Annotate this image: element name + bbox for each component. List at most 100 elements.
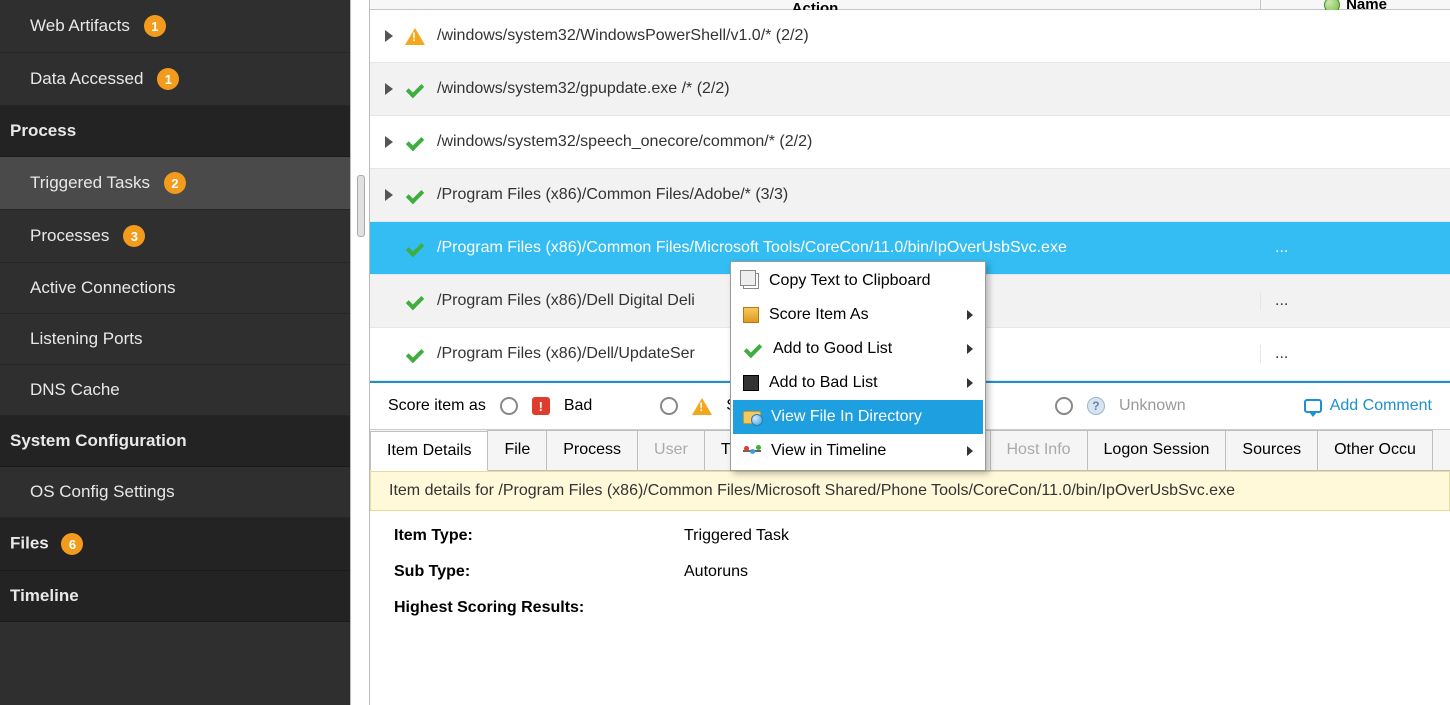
context-menu-item[interactable]: Add to Bad List xyxy=(733,366,983,400)
chevron-right-icon xyxy=(967,344,973,354)
tab[interactable]: Other Occu xyxy=(1317,430,1433,470)
check-icon xyxy=(405,241,425,255)
sidebar-item-label: DNS Cache xyxy=(30,380,120,400)
table-row[interactable]: /windows/system32/WindowsPowerShell/v1.0… xyxy=(370,10,1450,63)
bad-icon xyxy=(743,375,759,391)
check-icon xyxy=(405,294,425,308)
score-label: Score item as xyxy=(388,397,486,415)
tab[interactable]: Logon Session xyxy=(1087,430,1227,470)
sidebar-item[interactable]: DNS Cache xyxy=(0,365,350,416)
sidebar-header-files-label: Files xyxy=(10,534,49,553)
radio-bad[interactable] xyxy=(500,397,518,415)
row-path: /windows/system32/speech_onecore/common/… xyxy=(437,133,812,151)
folder-icon xyxy=(743,411,761,424)
sidebar-item[interactable]: Triggered Tasks 2 xyxy=(0,157,350,210)
sidebar-item-label: Processes xyxy=(30,226,109,246)
count-badge: 1 xyxy=(157,68,179,90)
sidebar-item-label: Triggered Tasks xyxy=(30,173,150,193)
context-menu-item[interactable]: Score Item As xyxy=(733,298,983,332)
detail-banner: Item details for /Program Files (x86)/Co… xyxy=(370,471,1450,511)
row-name: ... xyxy=(1260,292,1450,310)
detail-key: Highest Scoring Results: xyxy=(394,599,684,617)
sidebar-header-timeline[interactable]: Timeline xyxy=(0,571,350,622)
column-name[interactable]: Name xyxy=(1260,0,1450,9)
row-path: /Program Files (x86)/Dell/UpdateSer xyxy=(437,345,695,363)
column-action[interactable]: Action xyxy=(370,0,1260,9)
add-comment-link[interactable]: Add Comment xyxy=(1304,397,1432,415)
timeline-icon xyxy=(743,444,761,458)
row-path: /Program Files (x86)/Dell Digital Deli xyxy=(437,292,695,310)
warn-icon xyxy=(692,398,712,415)
score-bad-label: Bad xyxy=(564,397,592,415)
expand-icon[interactable] xyxy=(385,136,393,148)
context-menu-label: View in Timeline xyxy=(771,442,886,460)
sidebar-item[interactable]: OS Config Settings xyxy=(0,467,350,518)
splitter[interactable] xyxy=(350,0,370,705)
radio-unknown[interactable] xyxy=(1055,397,1073,415)
sidebar-item[interactable]: Processes 3 xyxy=(0,210,350,263)
tab: Host Info xyxy=(990,430,1088,470)
row-path: /Program Files (x86)/Common Files/Adobe/… xyxy=(437,186,788,204)
sidebar-item-label: OS Config Settings xyxy=(30,482,175,502)
sidebar-item[interactable]: Listening Ports xyxy=(0,314,350,365)
tab[interactable]: Item Details xyxy=(370,431,488,471)
context-menu-label: View File In Directory xyxy=(771,408,922,426)
sidebar: Web Artifacts 1 Data Accessed 1 Process Tri… xyxy=(0,0,350,705)
row-name: ... xyxy=(1260,239,1450,257)
sidebar-header-process: Process xyxy=(0,106,350,157)
check-icon xyxy=(405,188,425,202)
expand-icon[interactable] xyxy=(385,30,393,42)
score-unknown-label: Unknown xyxy=(1119,397,1186,415)
sidebar-header-files[interactable]: Files 6 xyxy=(0,518,350,571)
count-badge: 1 xyxy=(144,15,166,37)
expand-icon[interactable] xyxy=(385,83,393,95)
chevron-right-icon xyxy=(967,378,973,388)
copy-icon xyxy=(743,273,759,289)
count-badge: 3 xyxy=(123,225,145,247)
sidebar-item-label: Active Connections xyxy=(30,278,176,298)
tab[interactable]: Process xyxy=(546,430,638,470)
detail-key: Sub Type: xyxy=(394,563,684,581)
tab[interactable]: Sources xyxy=(1225,430,1318,470)
context-menu-item[interactable]: View in Timeline xyxy=(733,434,983,468)
comment-icon xyxy=(1304,399,1322,413)
warn-icon xyxy=(405,28,425,45)
tab: User xyxy=(637,430,705,470)
context-menu-item[interactable]: Copy Text to Clipboard xyxy=(733,264,983,298)
row-name: ... xyxy=(1260,345,1450,363)
check-icon xyxy=(743,342,763,356)
context-menu-label: Add to Bad List xyxy=(769,374,878,392)
detail-value: Autoruns xyxy=(684,563,748,581)
sidebar-item[interactable]: Web Artifacts 1 xyxy=(0,0,350,53)
detail-key: Item Type: xyxy=(394,527,684,545)
check-icon xyxy=(405,347,425,361)
files-badge: 6 xyxy=(61,533,83,555)
context-menu-item[interactable]: View File In Directory xyxy=(733,400,983,434)
table-row[interactable]: /Program Files (x86)/Common Files/Adobe/… xyxy=(370,169,1450,222)
unknown-icon: ? xyxy=(1087,397,1105,415)
count-badge: 2 xyxy=(164,172,186,194)
check-icon xyxy=(405,82,425,96)
check-icon xyxy=(405,135,425,149)
table-row[interactable]: /windows/system32/speech_onecore/common/… xyxy=(370,116,1450,169)
sidebar-item-label: Listening Ports xyxy=(30,329,142,349)
sidebar-item[interactable]: Data Accessed 1 xyxy=(0,53,350,106)
detail-value: Triggered Task xyxy=(684,527,789,545)
tab[interactable]: File xyxy=(487,430,547,470)
context-menu-item[interactable]: Add to Good List xyxy=(733,332,983,366)
sidebar-item[interactable]: Active Connections xyxy=(0,263,350,314)
sidebar-header-sysconfig: System Configuration xyxy=(0,416,350,467)
bad-icon: ! xyxy=(532,397,550,415)
table-row[interactable]: /windows/system32/gpupdate.exe /* (2/2) xyxy=(370,63,1450,116)
expand-icon[interactable] xyxy=(385,189,393,201)
chevron-right-icon xyxy=(967,310,973,320)
row-path: /windows/system32/gpupdate.exe /* (2/2) xyxy=(437,80,730,98)
context-menu[interactable]: Copy Text to Clipboard Score Item As Add… xyxy=(730,261,986,471)
score-icon xyxy=(743,307,759,323)
chevron-right-icon xyxy=(967,446,973,456)
column-header: Action Name xyxy=(370,0,1450,10)
sidebar-item-label: Data Accessed xyxy=(30,69,143,89)
radio-suspicious[interactable] xyxy=(660,397,678,415)
sidebar-item-label: Web Artifacts xyxy=(30,16,130,36)
row-path: /Program Files (x86)/Common Files/Micros… xyxy=(437,239,1067,257)
